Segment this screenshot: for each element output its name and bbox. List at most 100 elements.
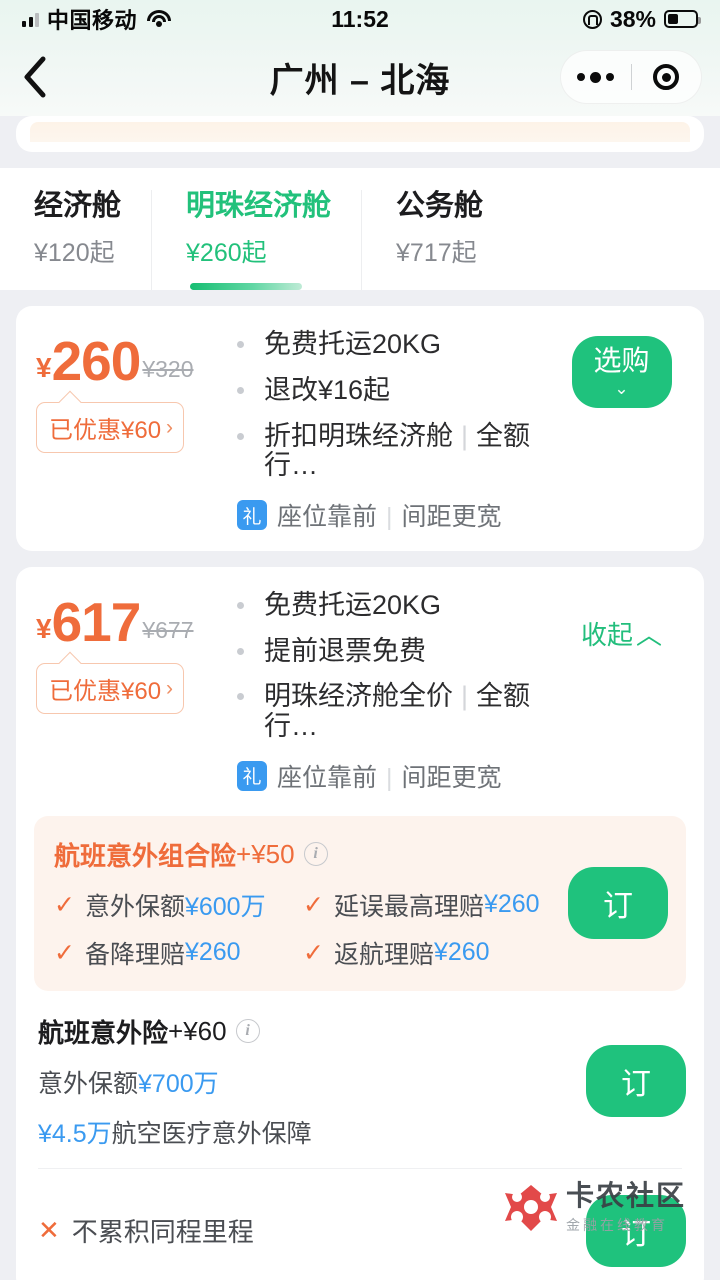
rotation-lock-icon xyxy=(582,9,602,29)
price-row: ¥ 617 ¥677 xyxy=(36,595,231,650)
insurance-price: +¥50 xyxy=(236,838,295,869)
cabin-class-tabs: 经济舱 ¥120起 明珠经济舱 ¥260起 公务舱 ¥717起 xyxy=(0,168,720,291)
original-price: ¥320 xyxy=(142,356,194,383)
fare-action: 收起 ︿ xyxy=(559,591,684,794)
benefit-label: 航空医疗意外保障 xyxy=(111,1119,312,1148)
feature-item: 退改¥16起 xyxy=(237,375,559,406)
battery-icon xyxy=(664,10,701,28)
fare-price: 617 xyxy=(51,591,142,654)
insurance-name: 航班意外险 xyxy=(38,1017,169,1048)
benefit-item: ✓ 备降理赔 ¥260 xyxy=(54,935,303,971)
order-insurance-single-button[interactable]: 订 xyxy=(586,1045,686,1118)
info-circle-icon[interactable]: i xyxy=(235,1019,260,1044)
feature-text-main: 明珠经济舱全价 xyxy=(264,681,453,712)
benefit-amount: ¥4.5万 xyxy=(38,1119,112,1148)
order-insurance-combo-button[interactable]: 订 xyxy=(568,867,668,940)
promo-strip xyxy=(30,122,690,142)
discount-label: 已优惠¥60 xyxy=(49,678,162,706)
perk-tag: 座位靠前 xyxy=(277,763,378,792)
benefit-amount: ¥260 xyxy=(433,938,490,967)
feature-item: 免费托运20KG xyxy=(237,330,559,360)
miles-row: ✕ 不累积同程里程 订 xyxy=(16,1169,704,1280)
benefit-label: 备降理赔 xyxy=(84,940,185,969)
active-tab-indicator xyxy=(190,283,303,291)
perk-tag: 间距更宽 xyxy=(401,503,502,532)
back-button[interactable] xyxy=(0,56,70,98)
feature-text-main: 折扣明珠经济舱 xyxy=(264,420,453,451)
fare-features: 免费托运20KG 退改¥16起 折扣明珠经济舱 | 全额行… 礼 座位靠前 | 间距更宽 xyxy=(231,330,559,533)
feature-item: 明珠经济舱全价 | 全额行… xyxy=(237,682,559,741)
order-miles-button[interactable]: 订 xyxy=(586,1194,686,1267)
status-bar: 中国移动 11:52 38% xyxy=(0,0,720,38)
perk-text: 座位靠前 | 间距更宽 xyxy=(277,497,502,533)
discount-badge-wrap: 已优惠¥60 › xyxy=(36,651,185,715)
select-fare-label: 选购 xyxy=(593,345,650,377)
feature-item: 提前退票免费 xyxy=(237,635,559,667)
menu-button[interactable] xyxy=(561,71,631,83)
fare-row: ¥ 617 ¥677 已优惠¥60 › 免费托运20KG 提前退票免费 明珠经济… xyxy=(16,567,704,812)
insurance-single-title: 航班意外险 +¥60 i xyxy=(38,1013,570,1050)
text-separator: | xyxy=(461,681,469,712)
discount-badge[interactable]: 已优惠¥60 › xyxy=(36,402,185,454)
more-dots-icon xyxy=(577,71,615,83)
collapse-label: 收起 xyxy=(580,620,633,651)
scroll-content[interactable]: 经济舱 ¥120起 明珠经济舱 ¥260起 公务舱 ¥717起 ¥ 260 ¥3… xyxy=(0,116,720,1280)
tab-economy[interactable]: 经济舱 ¥120起 xyxy=(0,190,151,290)
feature-text: 明珠经济舱全价 | 全额行… xyxy=(264,682,559,741)
insurance-benefits: ✓ 意外保额 ¥600万 ✓ 延误最高理赔 ¥260 ✓ 备降理赔 ¥260 ✓ 返航… xyxy=(54,887,552,971)
battery-percent-label: 38% xyxy=(609,5,656,32)
signal-bars-icon xyxy=(22,11,39,27)
tab-business[interactable]: 公务舱 ¥717起 xyxy=(361,190,513,291)
page-title: 广州 – 北海 xyxy=(269,61,451,100)
price-row: ¥ 260 ¥320 xyxy=(36,334,231,389)
bullet-dot-icon xyxy=(237,647,244,655)
order-label: 订 xyxy=(621,1068,651,1102)
insurance-line-2: ¥4.5万航空医疗意外保障 xyxy=(38,1114,570,1150)
chevron-down-icon: ⌄ xyxy=(614,379,629,399)
gift-badge-icon: 礼 xyxy=(237,760,267,791)
wifi-icon xyxy=(147,10,172,28)
order-label: 订 xyxy=(621,1217,651,1251)
insurance-line-1: 意外保额¥700万 xyxy=(38,1064,570,1100)
gift-badge-icon: 礼 xyxy=(237,500,267,531)
benefit-item: ✓ 延误最高理赔 ¥260 xyxy=(303,887,552,923)
fare-features: 免费托运20KG 提前退票免费 明珠经济舱全价 | 全额行… 礼 座位靠前 | 间距更宽 xyxy=(231,590,559,794)
original-price: ¥677 xyxy=(142,617,194,644)
fare-card-expanded: ¥ 617 ¥677 已优惠¥60 › 免费托运20KG 提前退票免费 明珠经济… xyxy=(16,567,704,1280)
benefit-amount: ¥700万 xyxy=(138,1069,219,1098)
perk-tags: 礼 座位靠前 | 间距更宽 xyxy=(237,758,559,794)
discount-badge[interactable]: 已优惠¥60 › xyxy=(36,663,185,715)
feature-item: 免费托运20KG xyxy=(237,590,559,621)
feature-text: 提前退票免费 xyxy=(264,635,426,666)
feature-text: 免费托运20KG xyxy=(264,590,442,621)
perk-text: 座位靠前 | 间距更宽 xyxy=(277,758,502,794)
check-icon: ✓ xyxy=(303,890,324,919)
bullet-dot-icon xyxy=(237,693,244,701)
benefit-item: ✓ 返航理赔 ¥260 xyxy=(303,935,552,971)
bullet-dot-icon xyxy=(237,432,244,440)
tab-label: 公务舱 xyxy=(396,190,484,222)
fare-row: ¥ 260 ¥320 已优惠¥60 › 免费托运20KG 退改¥16起 折扣明珠… xyxy=(16,306,704,551)
feature-text: 退改¥16起 xyxy=(264,375,391,406)
close-button[interactable] xyxy=(632,64,702,90)
info-circle-icon[interactable]: i xyxy=(303,842,328,867)
fare-action: 选购 ⌄ xyxy=(559,330,684,533)
collapse-button[interactable]: 收起 ︿ xyxy=(581,597,662,652)
feature-text: 折扣明珠经济舱 | 全额行… xyxy=(264,420,559,481)
bullet-dot-icon xyxy=(237,602,244,610)
bullet-dot-icon xyxy=(237,341,244,349)
tab-price: ¥120起 xyxy=(34,239,115,268)
target-circle-icon xyxy=(653,64,680,90)
benefit-label: 延误最高理赔 xyxy=(333,892,484,921)
tab-price: ¥717起 xyxy=(396,239,477,268)
tab-price: ¥260起 xyxy=(186,239,267,268)
select-fare-button[interactable]: 选购 ⌄ xyxy=(571,336,672,409)
perk-tags: 礼 座位靠前 | 间距更宽 xyxy=(237,497,559,533)
tab-pearl-economy[interactable]: 明珠经济舱 ¥260起 xyxy=(151,190,361,291)
insurance-single-body: 航班意外险 +¥60 i 意外保额¥700万 ¥4.5万航空医疗意外保障 xyxy=(38,1013,570,1150)
discount-badge-wrap: 已优惠¥60 › xyxy=(36,391,185,454)
currency-symbol: ¥ xyxy=(36,352,52,384)
benefit-label: 返航理赔 xyxy=(333,940,434,969)
order-label: 订 xyxy=(603,890,633,924)
